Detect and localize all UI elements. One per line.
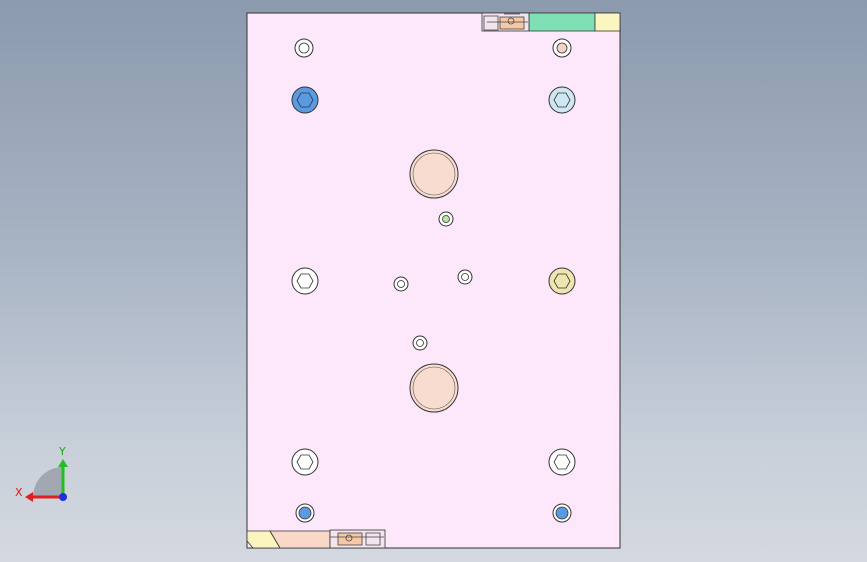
top-green-insert[interactable]	[528, 12, 596, 32]
graphics-viewport[interactable]: Y X	[0, 0, 867, 562]
small-screw-bottom[interactable]	[412, 335, 428, 351]
guide-pin-upper[interactable]	[409, 149, 459, 199]
triad-y-arrow	[58, 459, 68, 467]
hex-bolt-mid-right[interactable]	[548, 267, 576, 295]
guide-pin-lower[interactable]	[409, 363, 459, 413]
triad-plane	[33, 467, 63, 497]
hex-bolt-top-right[interactable]	[548, 86, 576, 114]
coordinate-triad-icon: Y X	[15, 445, 68, 502]
dowel-top-right[interactable]	[552, 38, 572, 58]
hex-bolt-top-left[interactable]	[291, 86, 319, 114]
hex-bolt-bottom-right[interactable]	[548, 448, 576, 476]
triad-x-arrow	[25, 492, 33, 502]
cad-scene[interactable]: Y X	[0, 0, 867, 562]
dowel-bottom-left[interactable]	[295, 503, 315, 523]
dowel-top-left[interactable]	[294, 38, 314, 58]
triad-x-label: X	[15, 486, 23, 499]
dowel-bottom-right[interactable]	[552, 503, 572, 523]
triad-y-label: Y	[58, 445, 66, 458]
top-yellow-insert[interactable]	[594, 12, 621, 32]
small-screw-right[interactable]	[457, 269, 473, 285]
top-insert-group[interactable]	[481, 12, 621, 32]
triad-z-origin	[59, 493, 67, 501]
bottom-peach-insert[interactable]	[269, 530, 331, 549]
hex-bolt-mid-left[interactable]	[291, 267, 319, 295]
hex-bolt-bottom-left[interactable]	[291, 448, 319, 476]
top-clamp-block[interactable]	[499, 16, 525, 30]
bottom-insert-group[interactable]	[246, 529, 386, 549]
small-screw-left[interactable]	[393, 276, 409, 292]
small-screw-green[interactable]	[438, 211, 454, 227]
